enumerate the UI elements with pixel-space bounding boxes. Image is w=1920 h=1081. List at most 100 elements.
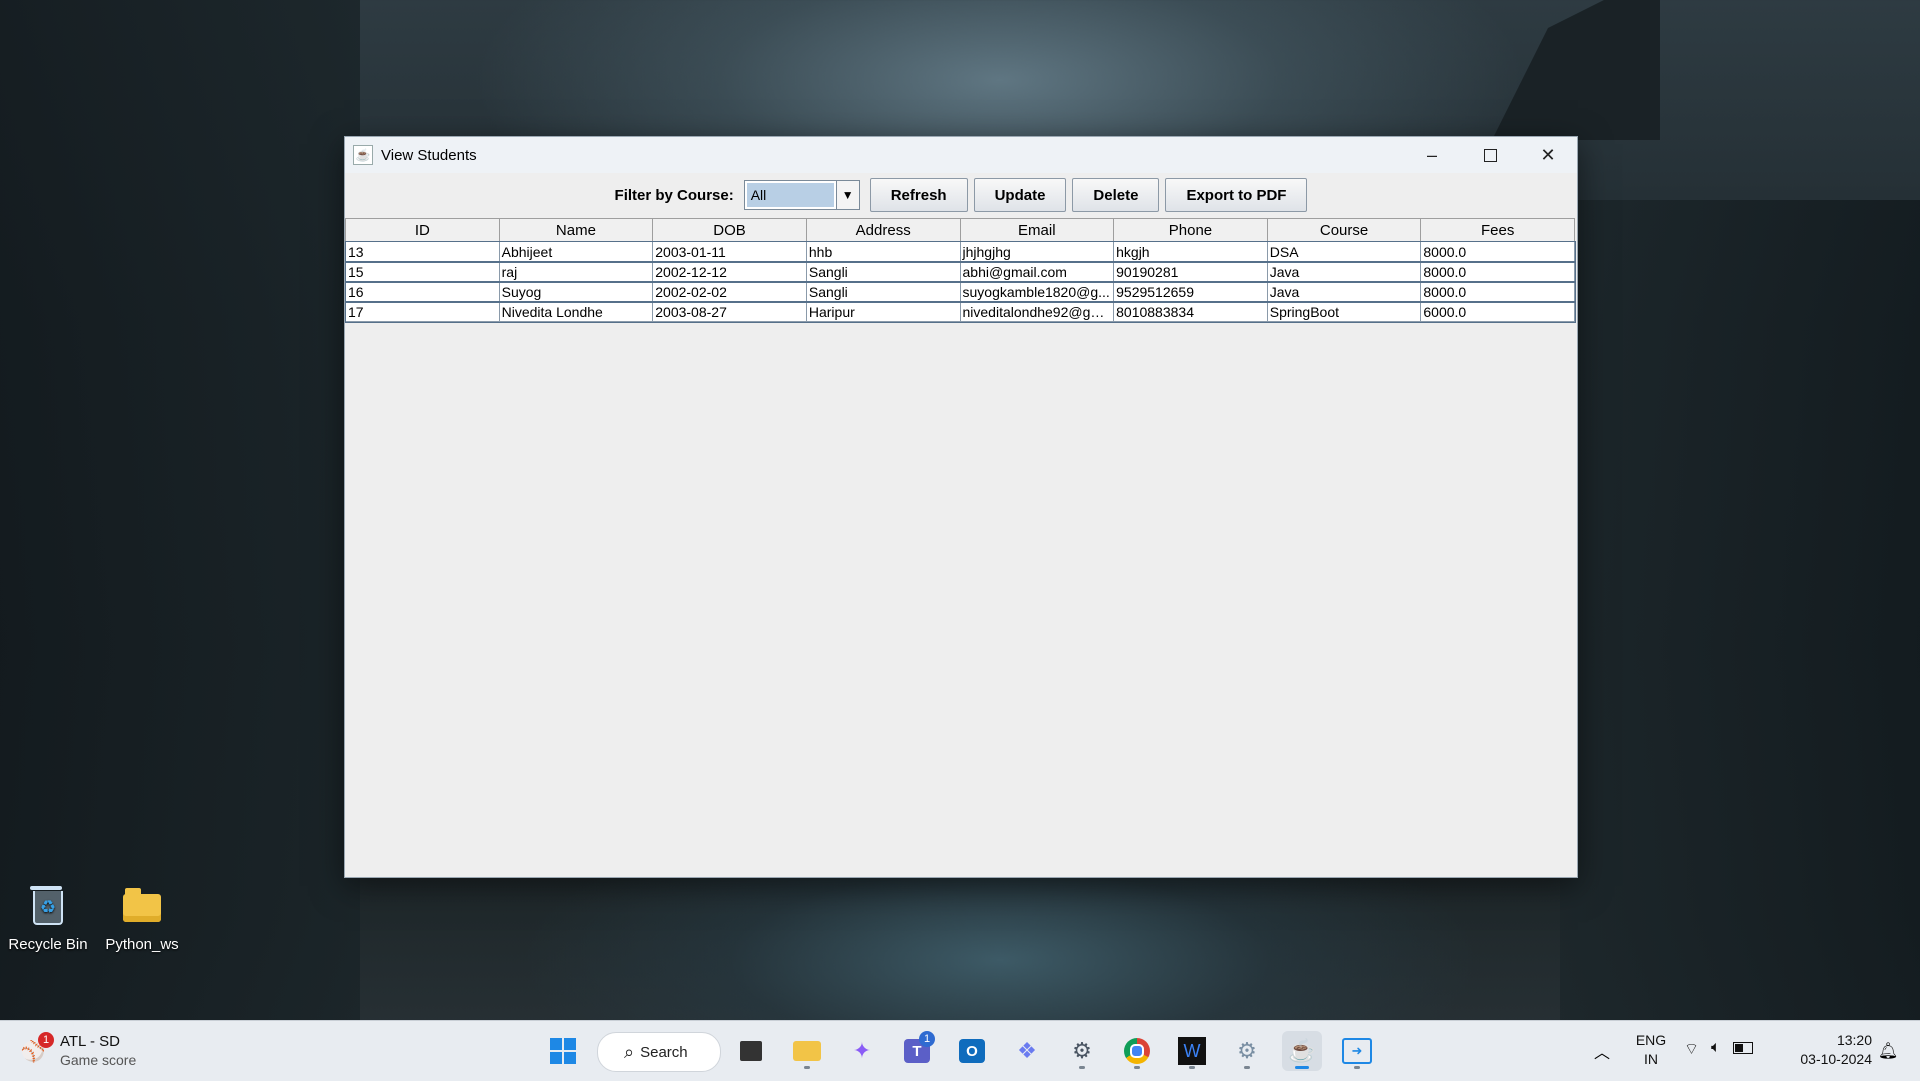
close-button[interactable]: ✕ [1519, 137, 1577, 173]
table-row[interactable]: 17 Nivedita Londhe 2003-08-27 Haripur ni… [344, 300, 1576, 323]
column-header-dob[interactable]: DOB [652, 218, 807, 242]
maximize-button[interactable] [1461, 137, 1519, 173]
cell-name[interactable]: Suyog [498, 281, 654, 302]
cell-dob[interactable]: 2002-02-02 [652, 281, 807, 302]
column-header-fees[interactable]: Fees [1420, 218, 1575, 242]
cogs-icon: ⚙ [1237, 1038, 1257, 1063]
cell-email[interactable]: suyogkamble1820@g... [959, 281, 1115, 302]
cell-course[interactable]: Java [1266, 281, 1422, 302]
cell-course[interactable]: SpringBoot [1266, 301, 1422, 322]
column-header-phone[interactable]: Phone [1113, 218, 1268, 242]
cell-name[interactable]: raj [498, 261, 654, 282]
taskbar: ⚾ 1 ATL - SD Game score ⌕ Search ✦ T1 O … [0, 1020, 1920, 1081]
refresh-button[interactable]: Refresh [869, 178, 968, 212]
settings-button[interactable]: ⚙ [1062, 1031, 1102, 1071]
cell-dob[interactable]: 2003-01-11 [652, 241, 807, 262]
recycle-bin-icon: ♻ [24, 884, 72, 932]
copilot-app-icon: ❖ [1017, 1038, 1037, 1063]
column-header-course[interactable]: Course [1266, 218, 1422, 242]
column-header-email[interactable]: Email [959, 218, 1115, 242]
remote-app-button[interactable]: ➜ [1337, 1031, 1377, 1071]
task-view-button[interactable] [731, 1031, 771, 1071]
notifications-button[interactable]: 🔔︎ [1868, 1031, 1908, 1071]
filter-label: Filter by Course: [614, 186, 734, 204]
remote-desktop-icon: ➜ [1342, 1038, 1372, 1064]
cell-fees[interactable]: 8000.0 [1420, 261, 1575, 282]
column-header-address[interactable]: Address [805, 218, 961, 242]
cell-fees[interactable]: 6000.0 [1420, 301, 1575, 322]
clock-date: 03-10-2024 [1800, 1051, 1872, 1067]
cell-fees[interactable]: 8000.0 [1420, 281, 1575, 302]
cell-phone[interactable]: 9529512659 [1113, 281, 1268, 302]
widgets-button[interactable]: ⚾ 1 ATL - SD Game score [18, 1027, 136, 1075]
table-row[interactable]: 13 Abhijeet 2003-01-11 hhb jhjhgjhg hkgj… [344, 240, 1576, 263]
cell-fees[interactable]: 8000.0 [1420, 241, 1575, 262]
delete-button[interactable]: Delete [1072, 178, 1160, 212]
windows-logo-icon [550, 1038, 576, 1064]
close-icon: ✕ [1540, 144, 1556, 165]
cell-email[interactable]: niveditalondhe92@gm... [959, 301, 1115, 322]
export-pdf-button[interactable]: Export to PDF [1165, 178, 1308, 212]
language-indicator[interactable]: ENG IN [1630, 1031, 1672, 1069]
search-icon: ⌕ [624, 1041, 635, 1062]
show-hidden-icons-button[interactable]: ︿ [1582, 1031, 1622, 1071]
copilot-app-button[interactable]: ❖ [1007, 1031, 1047, 1071]
column-header-name[interactable]: Name [498, 218, 654, 242]
cell-phone[interactable]: hkgjh [1113, 241, 1268, 262]
cell-name[interactable]: Abhijeet [498, 241, 654, 262]
cell-address[interactable]: Sangli [805, 261, 961, 282]
system-tray-status[interactable]: ⌔ 🔈︎ [1684, 1039, 1753, 1059]
baseball-icon: ⚾ 1 [18, 1032, 54, 1066]
cell-phone[interactable]: 90190281 [1113, 261, 1268, 282]
cell-id[interactable]: 17 [345, 301, 500, 322]
cell-email[interactable]: jhjhgjhg [959, 241, 1115, 262]
table-row[interactable]: 16 Suyog 2002-02-02 Sangli suyogkamble18… [344, 280, 1576, 303]
volume-icon: 🔈︎ [1711, 1039, 1721, 1056]
cell-address[interactable]: hhb [805, 241, 961, 262]
cell-course[interactable]: DSA [1266, 241, 1422, 262]
waves-app-button[interactable]: W [1172, 1031, 1212, 1071]
cell-phone[interactable]: 8010883834 [1113, 301, 1268, 322]
file-explorer-button[interactable] [787, 1031, 827, 1071]
cell-id[interactable]: 13 [345, 241, 500, 262]
students-table: ID Name DOB Address Email Phone Course F… [344, 218, 1576, 323]
course-filter-dropdown[interactable]: All ▼ [743, 180, 860, 210]
cell-address[interactable]: Haripur [805, 301, 961, 322]
cell-course[interactable]: Java [1266, 261, 1422, 282]
chevron-up-icon: ︿ [1593, 1045, 1610, 1062]
column-header-id[interactable]: ID [345, 218, 500, 242]
file-explorer-icon [793, 1041, 821, 1061]
cell-address[interactable]: Sangli [805, 281, 961, 302]
cell-name[interactable]: Nivedita Londhe [498, 301, 654, 322]
taskbar-search[interactable]: ⌕ Search [597, 1032, 721, 1072]
minimize-button[interactable]: – [1403, 137, 1461, 173]
java-app-button[interactable]: ☕ [1282, 1031, 1322, 1071]
title-bar[interactable]: ☕ View Students – ✕ [345, 137, 1577, 173]
teams-button[interactable]: T1 [897, 1031, 937, 1071]
table-row[interactable]: 15 raj 2002-12-12 Sangli abhi@gmail.com … [344, 260, 1576, 283]
start-button[interactable] [543, 1031, 583, 1071]
chevron-down-icon[interactable]: ▼ [835, 181, 859, 209]
language-code: ENG [1635, 1032, 1667, 1048]
recycle-bin-shortcut[interactable]: ♻ Recycle Bin [0, 884, 96, 953]
chrome-icon [1124, 1038, 1150, 1064]
copilot-button[interactable]: ✦ [842, 1031, 882, 1071]
search-label: Search [640, 1043, 688, 1061]
chrome-button[interactable] [1117, 1031, 1157, 1071]
update-button[interactable]: Update [973, 178, 1067, 212]
java-icon: ☕ [1288, 1038, 1316, 1063]
students-table-area[interactable]: ID Name DOB Address Email Phone Course F… [344, 218, 1576, 876]
bell-icon: 🔔︎ [1877, 1043, 1899, 1060]
cell-id[interactable]: 15 [345, 261, 500, 282]
outlook-button[interactable]: O [952, 1031, 992, 1071]
cell-dob[interactable]: 2002-12-12 [652, 261, 807, 282]
desktop-icon-label: Recycle Bin [8, 936, 88, 953]
minimize-icon: – [1426, 144, 1437, 165]
cell-dob[interactable]: 2003-08-27 [652, 301, 807, 322]
cell-email[interactable]: abhi@gmail.com [959, 261, 1115, 282]
python-ws-folder-shortcut[interactable]: Python_ws [94, 884, 190, 953]
toolbar: Filter by Course: All ▼ Refresh Update D… [345, 173, 1577, 217]
clock[interactable]: 13:20 03-10-2024 [1780, 1031, 1872, 1069]
cell-id[interactable]: 16 [345, 281, 500, 302]
system-tool-button[interactable]: ⚙ [1227, 1031, 1267, 1071]
